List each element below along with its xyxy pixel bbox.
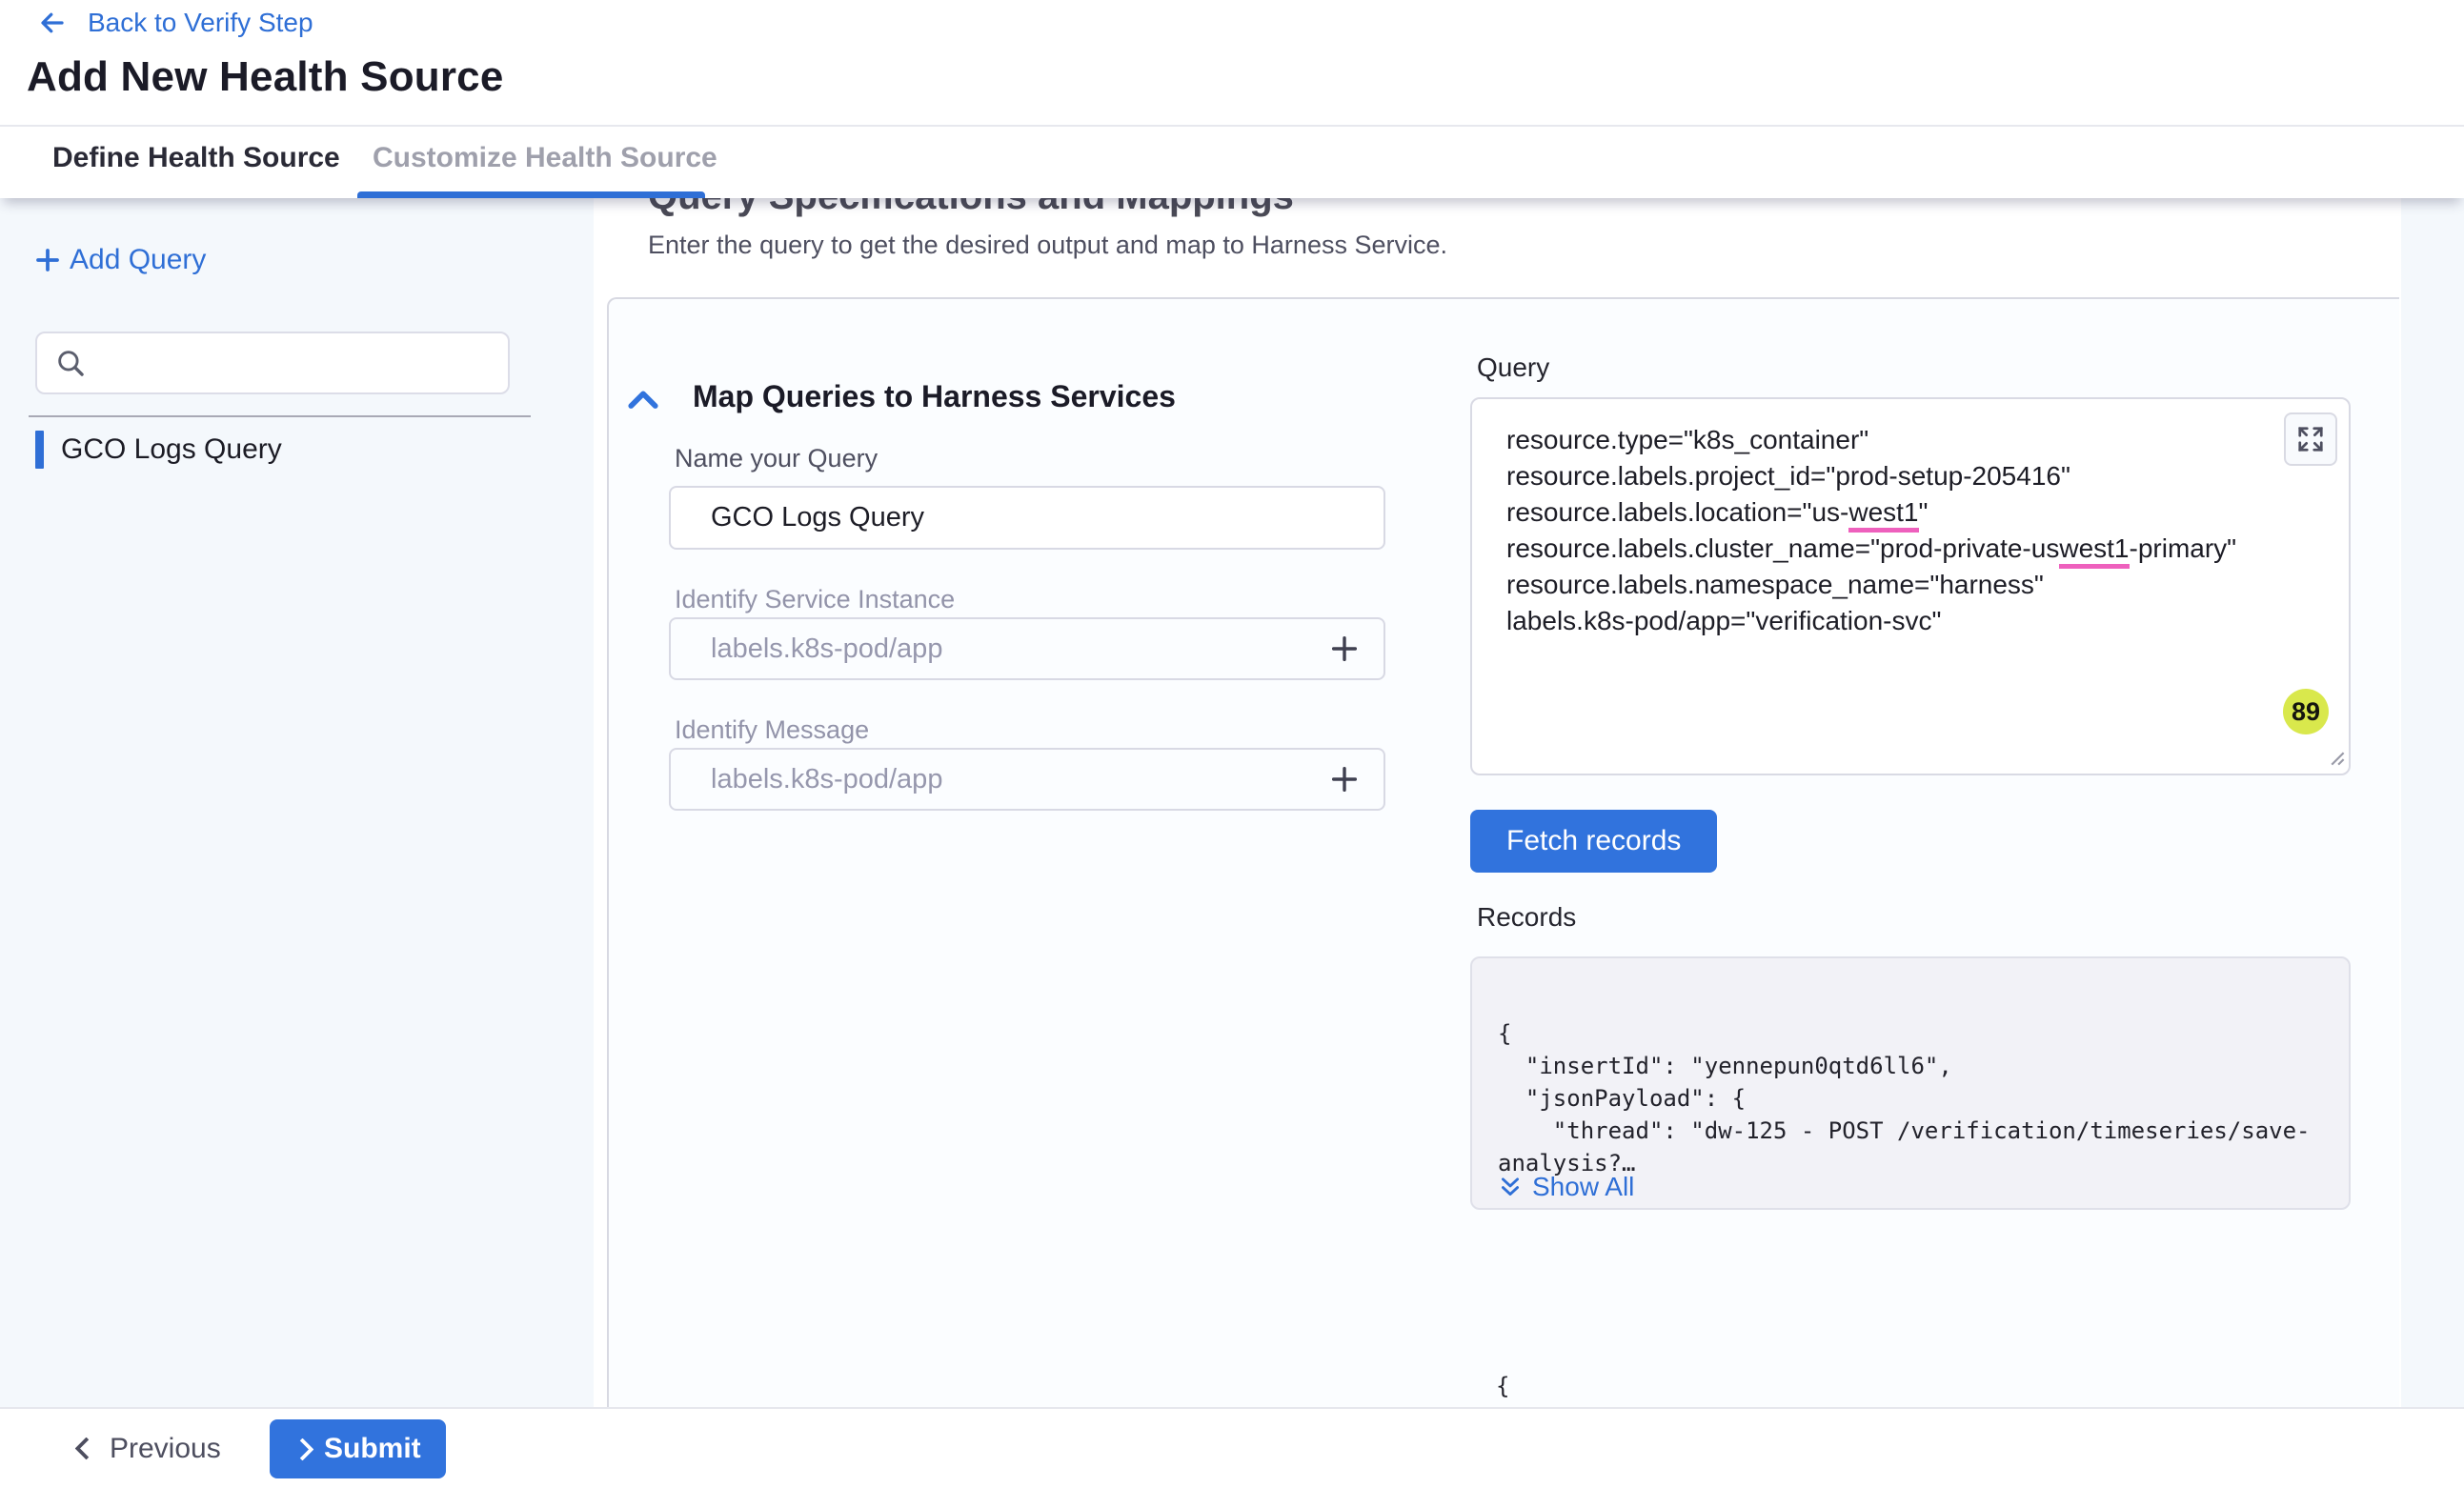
section-title: Map Queries to Harness Services	[693, 379, 1176, 414]
resize-grip-icon	[2324, 745, 2345, 766]
back-to-verify-step-link[interactable]: Back to Verify Step	[36, 8, 313, 38]
show-all-label: Show All	[1532, 1172, 1634, 1202]
query-textarea[interactable]: resource.type="k8s_container"resource.la…	[1470, 397, 2351, 775]
page-subheading: Enter the query to get the desired outpu…	[648, 231, 1447, 260]
query-mapping-panel: Map Queries to Harness Services Name you…	[607, 297, 2399, 1407]
collapse-section-button[interactable]	[622, 383, 664, 415]
add-query-button[interactable]: Add Query	[33, 244, 206, 276]
plus-icon	[33, 246, 62, 274]
add-service-instance-button[interactable]	[1328, 633, 1361, 665]
search-icon	[54, 347, 87, 379]
records-label: Records	[1477, 902, 1576, 933]
tab-customize-health-source[interactable]: Customize Health Source	[373, 125, 717, 191]
sidebar-item-gco-logs-query[interactable]: GCO Logs Query	[35, 431, 282, 469]
resize-handle[interactable]	[2324, 745, 2345, 771]
chevron-up-icon	[627, 388, 659, 411]
expand-query-button[interactable]	[2284, 412, 2337, 466]
back-link-label: Back to Verify Step	[88, 8, 313, 38]
tab-bar: Define Health Source Customize Health So…	[0, 125, 2464, 198]
query-name-field[interactable]	[669, 486, 1385, 550]
previous-label: Previous	[110, 1433, 221, 1465]
footer-bar: Previous Submit	[0, 1407, 2464, 1488]
query-label: Query	[1477, 352, 1549, 383]
query-name-input[interactable]	[709, 501, 1361, 534]
chevron-right-icon	[291, 1438, 313, 1460]
add-health-source-page: Query Specifications and Mappings Add Qu…	[0, 0, 2464, 1488]
plus-icon	[1328, 633, 1361, 665]
query-text: resource.type="k8s_container"resource.la…	[1506, 422, 2263, 639]
double-chevron-down-icon	[1498, 1175, 1523, 1199]
tab-define-health-source[interactable]: Define Health Source	[52, 125, 340, 191]
fetch-records-button[interactable]: Fetch records	[1470, 810, 1717, 873]
fullscreen-expand-icon	[2296, 425, 2325, 453]
content-body: Add Query GCO Logs Query Enter the query…	[0, 198, 2464, 1407]
sidebar-divider	[29, 415, 531, 417]
identify-message-label: Identify Message	[675, 715, 869, 745]
previous-button[interactable]: Previous	[78, 1409, 221, 1488]
service-instance-input[interactable]	[709, 633, 1317, 666]
main-content: Enter the query to get the desired outpu…	[594, 198, 2401, 1407]
back-arrow-icon	[36, 9, 69, 37]
query-search-box[interactable]	[35, 332, 510, 394]
identify-message-field[interactable]	[669, 748, 1385, 811]
query-item-label: GCO Logs Query	[61, 433, 282, 466]
identify-service-instance-label: Identify Service Instance	[675, 585, 955, 614]
submit-label: Submit	[324, 1433, 421, 1465]
query-search-input[interactable]	[98, 347, 483, 379]
query-sidebar: Add Query GCO Logs Query	[0, 198, 594, 1407]
active-tab-underline	[357, 191, 705, 198]
selected-indicator-bar	[35, 431, 44, 469]
plus-icon	[1328, 763, 1361, 795]
service-instance-field[interactable]	[669, 617, 1385, 680]
add-query-label: Add Query	[70, 244, 206, 276]
add-message-button[interactable]	[1328, 763, 1361, 795]
record-1-json: { "insertId": "yennepun0qtd6ll6", "jsonP…	[1498, 1017, 2339, 1179]
show-all-link[interactable]: Show All	[1498, 1172, 1634, 1202]
page-title: Add New Health Source	[27, 53, 504, 101]
page-header: Back to Verify Step Add New Health Sourc…	[0, 0, 2464, 127]
submit-button[interactable]: Submit	[270, 1419, 446, 1478]
name-your-query-label: Name your Query	[675, 444, 878, 473]
identify-message-input[interactable]	[709, 763, 1317, 796]
chevron-left-icon	[74, 1437, 97, 1459]
character-count-badge: 89	[2283, 689, 2329, 734]
record-2-json: { "insertId": "r6rk2tnah3owf5eh", "jsonP…	[1496, 1370, 2342, 1407]
records-preview-box: { "insertId": "yennepun0qtd6ll6", "jsonP…	[1470, 956, 2351, 1210]
